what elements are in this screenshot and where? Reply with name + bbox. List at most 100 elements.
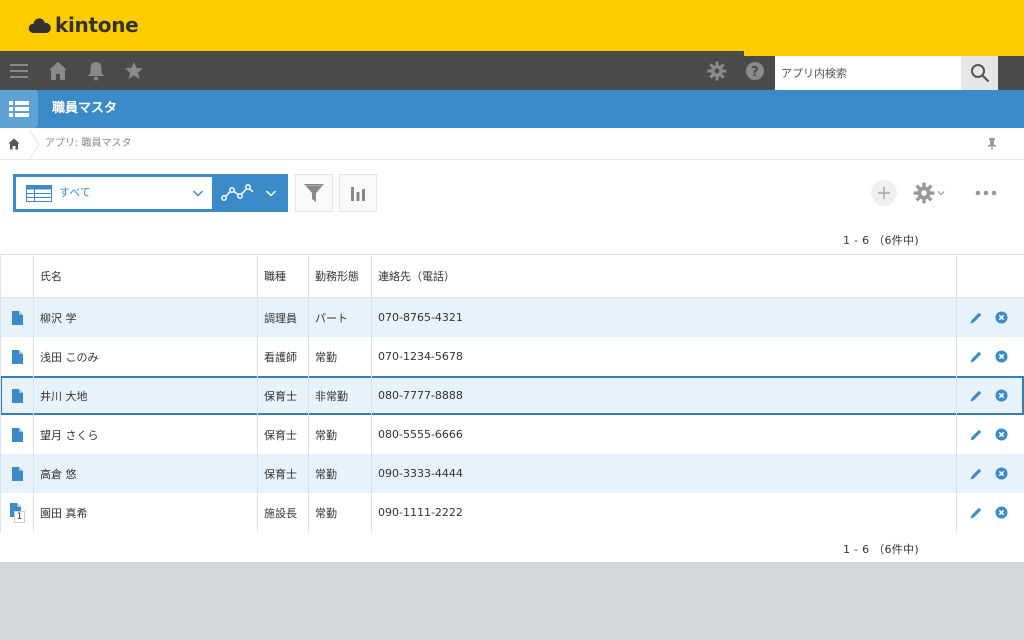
table-view-icon [26, 185, 52, 202]
app-list-icon[interactable] [0, 90, 38, 128]
record-detail-cell [0, 337, 34, 376]
column-header-job[interactable]: 職種 [258, 255, 309, 297]
row-actions [957, 376, 1024, 415]
cell-job: 保育士 [258, 454, 309, 493]
view-selector[interactable]: すべて [13, 174, 214, 212]
row-actions [957, 454, 1024, 493]
brand-name: kintone [55, 13, 139, 37]
cell-phone: 080-7777-8888 [372, 376, 957, 415]
pencil-icon[interactable] [969, 428, 983, 442]
table-row[interactable]: 望月 さくら 保育士 常勤 080-5555-6666 [0, 415, 1024, 454]
document-icon[interactable] [11, 349, 23, 364]
view-select-dropdown[interactable]: すべて [16, 177, 212, 209]
pencil-icon[interactable] [969, 389, 983, 403]
delete-icon[interactable] [995, 389, 1008, 402]
app-search-input[interactable] [775, 56, 961, 90]
cell-type: 常勤 [309, 454, 372, 493]
document-icon[interactable] [11, 427, 23, 442]
table-row[interactable]: 浅田 このみ 看護師 常勤 070-1234-5678 [0, 337, 1024, 376]
chevron-down-icon [937, 191, 945, 196]
cell-type: パート [309, 298, 372, 337]
cell-type: 常勤 [309, 337, 372, 376]
bar-chart-icon [351, 187, 365, 201]
app-title[interactable]: 職員マスタ [52, 90, 117, 128]
more-options-icon[interactable] [974, 183, 998, 203]
record-detail-cell: 1 [0, 493, 34, 532]
breadcrumb-home-icon[interactable] [4, 135, 24, 153]
cell-type: 常勤 [309, 493, 372, 532]
chevron-down-icon [265, 190, 277, 197]
cell-name: 井川 大地 [34, 376, 258, 415]
line-graph-icon [221, 184, 254, 201]
cell-phone: 070-1234-5678 [372, 337, 957, 376]
main-content: アプリ: 職員マスタ すべて 1 - 6 （6件中) 氏名 職種 勤務形態 連絡… [0, 128, 1024, 562]
plus-icon [878, 187, 890, 199]
document-icon[interactable] [11, 388, 23, 403]
cell-name: 高倉 悠 [34, 454, 258, 493]
document-icon[interactable] [11, 310, 23, 325]
cell-job: 施設長 [258, 493, 309, 532]
gear-icon [913, 182, 935, 204]
breadcrumb-app-link[interactable]: アプリ: 職員マスタ [45, 128, 132, 159]
pencil-icon[interactable] [969, 506, 983, 520]
row-actions [957, 337, 1024, 376]
delete-icon[interactable] [995, 467, 1008, 480]
cell-phone: 090-1111-2222 [372, 493, 957, 532]
menu-icon[interactable] [4, 51, 34, 90]
help-icon[interactable]: ? [740, 51, 770, 90]
top-header: kintone [0, 0, 1024, 51]
table-row[interactable]: 高倉 悠 保育士 常勤 090-3333-4444 [0, 454, 1024, 493]
cell-job: 調理員 [258, 298, 309, 337]
cell-phone: 090-3333-4444 [372, 454, 957, 493]
search-button[interactable] [961, 56, 998, 90]
record-table: 氏名 職種 勤務形態 連絡先（電話） 柳沢 学 調理員 パート 070-8765… [0, 254, 1024, 532]
document-icon[interactable] [11, 466, 23, 481]
record-detail-cell [0, 376, 34, 415]
column-header-name[interactable]: 氏名 [34, 255, 258, 297]
cell-job: 保育士 [258, 376, 309, 415]
graph-selector-button[interactable] [214, 174, 288, 212]
column-header-phone[interactable]: 連絡先（電話） [372, 255, 957, 297]
star-icon[interactable] [119, 51, 149, 90]
cloud-logo-icon [28, 18, 51, 33]
record-detail-cell [0, 298, 34, 337]
breadcrumb: アプリ: 職員マスタ [0, 128, 1024, 160]
delete-icon[interactable] [995, 350, 1008, 363]
chart-button[interactable] [339, 174, 377, 212]
pagination-top: 1 - 6 （6件中) [842, 234, 919, 247]
view-select-label: すべて [59, 186, 91, 199]
table-row[interactable]: 1 園田 真希 施設長 常勤 090-1111-2222 [0, 493, 1024, 532]
row-actions [957, 493, 1024, 532]
cell-job: 保育士 [258, 415, 309, 454]
cell-type: 非常勤 [309, 376, 372, 415]
cell-name: 望月 さくら [34, 415, 258, 454]
table-row[interactable]: 柳沢 学 調理員 パート 070-8765-4321 [0, 298, 1024, 337]
gear-icon[interactable] [702, 51, 732, 90]
pin-icon[interactable] [984, 136, 1000, 152]
delete-icon[interactable] [995, 428, 1008, 441]
cell-type: 常勤 [309, 415, 372, 454]
cell-job: 看護師 [258, 337, 309, 376]
pencil-icon[interactable] [969, 311, 983, 325]
filter-button[interactable] [295, 174, 333, 212]
pencil-icon[interactable] [969, 350, 983, 364]
table-row[interactable]: 井川 大地 保育士 非常勤 080-7777-8888 [0, 376, 1024, 415]
app-header: 職員マスタ [0, 90, 1024, 128]
cell-name: 園田 真希 [34, 493, 258, 532]
record-detail-link[interactable]: 1 [9, 502, 25, 523]
home-icon[interactable] [43, 51, 73, 90]
cell-phone: 080-5555-6666 [372, 415, 957, 454]
delete-icon[interactable] [995, 506, 1008, 519]
pencil-icon[interactable] [969, 467, 983, 481]
svg-text:?: ? [751, 65, 759, 80]
record-detail-cell [0, 415, 34, 454]
search-icon [970, 64, 989, 83]
header-detail-cell [0, 255, 34, 297]
kintone-logo[interactable]: kintone [28, 13, 139, 37]
app-settings-button[interactable] [913, 179, 945, 207]
record-detail-cell [0, 454, 34, 493]
bell-icon[interactable] [81, 51, 111, 90]
add-record-button[interactable] [871, 180, 897, 206]
column-header-type[interactable]: 勤務形態 [309, 255, 372, 297]
delete-icon[interactable] [995, 311, 1008, 324]
